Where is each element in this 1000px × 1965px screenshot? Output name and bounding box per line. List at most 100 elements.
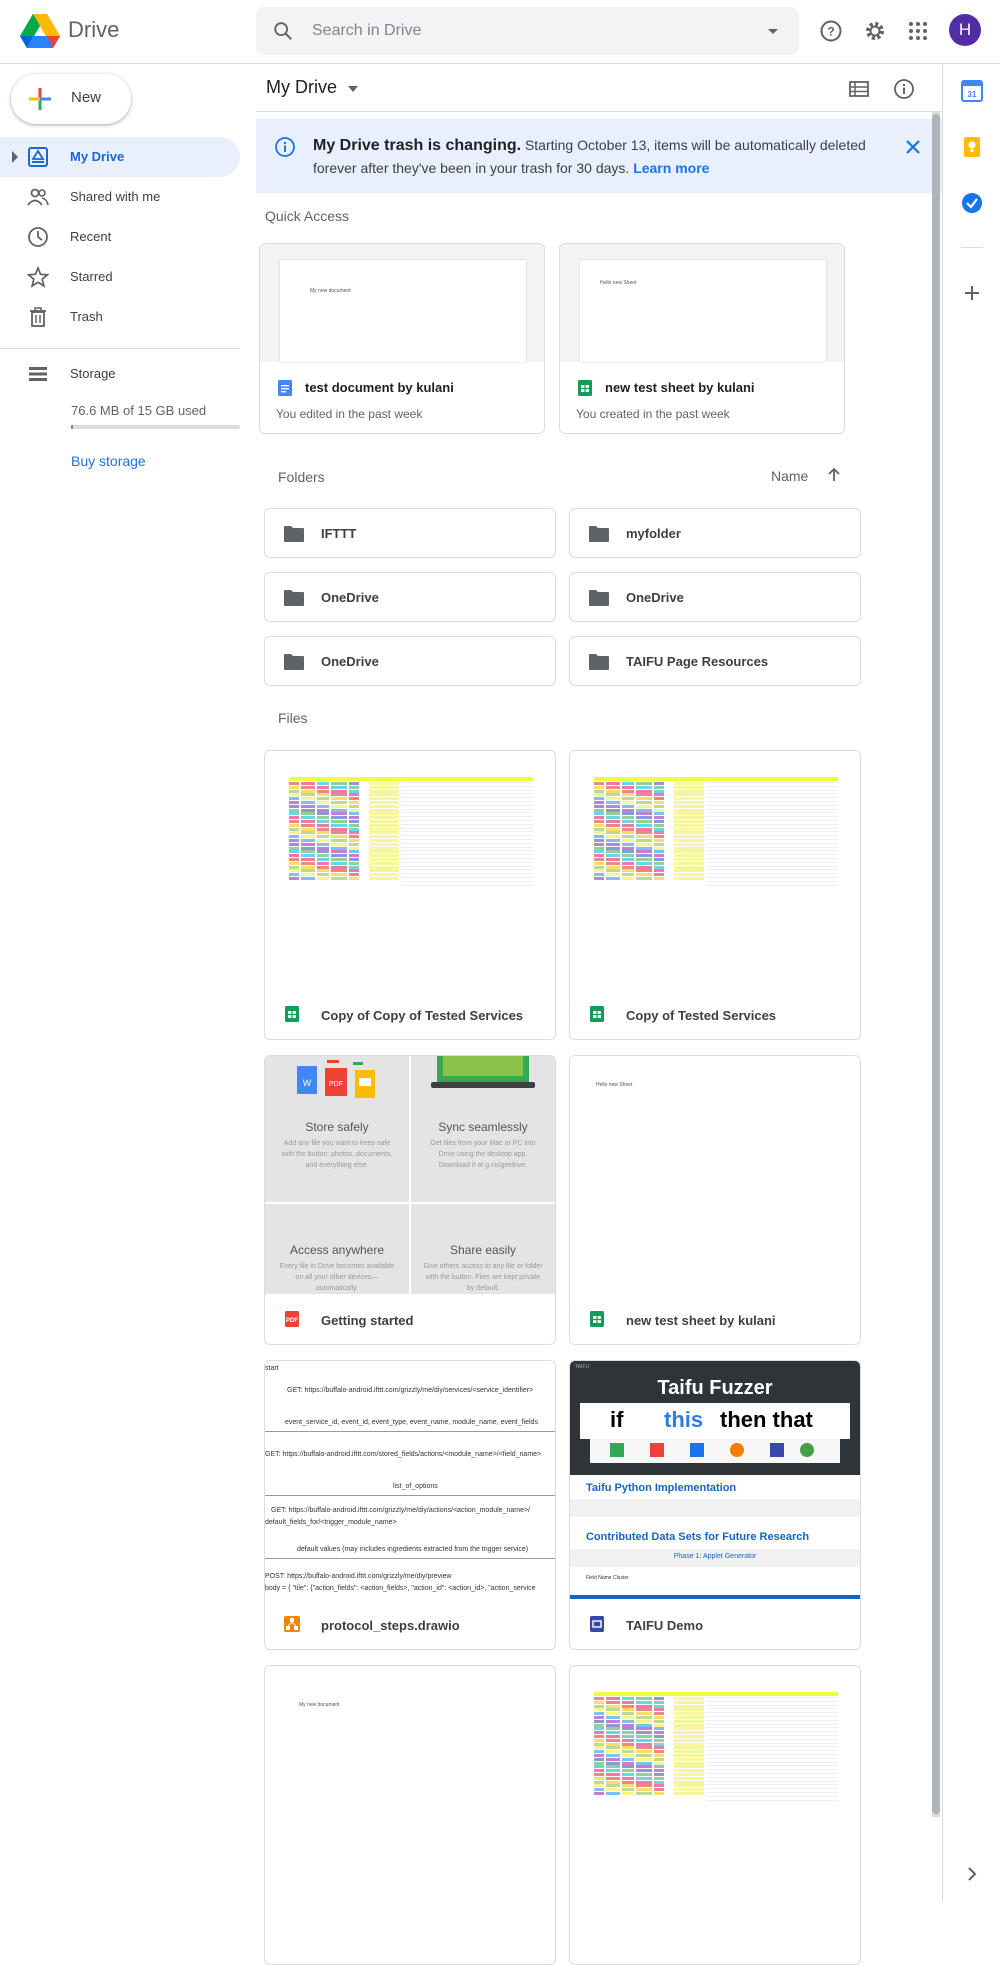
file-activity: You created in the past week	[576, 407, 730, 421]
search-options-icon[interactable]	[763, 21, 783, 41]
scrollbar-thumb[interactable]	[932, 114, 940, 1814]
star-icon	[27, 266, 49, 288]
diagram-text: GET: https://buffalo-android.ifttt.com/g…	[287, 1387, 534, 1394]
trash-notice-banner: My Drive trash is changing. Starting Oct…	[256, 119, 942, 193]
file-thumbnail: Hello new Sheet	[560, 244, 844, 362]
svg-text:PDF: PDF	[286, 1318, 298, 1324]
folder-icon	[284, 654, 304, 670]
info-icon[interactable]	[893, 78, 915, 100]
diagram-text: default_fields_for/<trigger_module_name>	[265, 1519, 397, 1526]
new-button[interactable]: New	[11, 74, 131, 124]
file-card[interactable]: Hello new Sheet new test sheet by kulani	[569, 1055, 861, 1345]
folder-item[interactable]: TAIFU Page Resources	[569, 636, 861, 686]
file-card[interactable]: W PDF Store safely Add any file you want…	[264, 1055, 556, 1345]
calendar-icon[interactable]: 31	[961, 80, 983, 102]
tile-text: Every file in Drive becomes available on…	[279, 1263, 395, 1292]
learn-more-link[interactable]: Learn more	[633, 160, 709, 176]
sidebar-item-trash[interactable]: Trash	[0, 297, 240, 337]
sidebar-item-label: Starred	[70, 269, 113, 284]
close-icon[interactable]	[902, 136, 924, 158]
quick-access-card[interactable]: Hello new Sheet new test sheet by kulani…	[559, 243, 845, 434]
drive-logo-icon[interactable]	[20, 14, 60, 48]
sort-by-name-button[interactable]: Name	[771, 468, 808, 484]
search-bar[interactable]	[256, 7, 799, 55]
page-title-breadcrumb[interactable]: My Drive	[266, 77, 337, 98]
folder-name: TAIFU Page Resources	[626, 654, 769, 669]
file-name: new test sheet by kulani	[626, 1313, 776, 1328]
laptop-illustration	[431, 1056, 535, 1088]
account-avatar[interactable]: H	[949, 14, 981, 46]
file-card[interactable]: Copy of Copy of Tested Services	[264, 750, 556, 1040]
slide-line: Taifu Python Implementation	[586, 1482, 737, 1494]
file-name: new test sheet by kulani	[605, 380, 755, 395]
file-activity: You edited in the past week	[276, 407, 423, 421]
file-card[interactable]: My new document	[264, 1665, 556, 1965]
sidebar-item-starred[interactable]: Starred	[0, 257, 240, 297]
search-icon[interactable]	[272, 20, 294, 42]
breadcrumb-dropdown-icon[interactable]	[348, 86, 358, 92]
chevron-right-icon[interactable]	[961, 1863, 983, 1885]
folder-item[interactable]: IFTTT	[264, 508, 556, 558]
pdf-icon: PDF	[285, 1311, 299, 1327]
side-panel-divider	[961, 247, 983, 248]
tasks-icon[interactable]	[961, 192, 983, 214]
folder-item[interactable]: myfolder	[569, 508, 861, 558]
file-name: Getting started	[321, 1313, 414, 1328]
getting-started-tile: Sync seamlessly Get files from your Mac …	[411, 1056, 555, 1202]
sidebar-item-label: Shared with me	[70, 189, 161, 204]
folder-icon	[589, 526, 609, 542]
sidebar-item-my-drive[interactable]: My Drive	[0, 137, 240, 177]
spreadsheet-thumbnail	[570, 751, 860, 989]
add-addon-plus-icon[interactable]	[961, 282, 983, 304]
tile-title: Share easily	[449, 1243, 517, 1257]
tile-text: Add any file you want to keep safe with …	[281, 1140, 393, 1169]
svg-text:PDF: PDF	[329, 1081, 343, 1088]
folder-item[interactable]: OneDrive	[264, 572, 556, 622]
tile-text: Get files from your Mac or PC into Drive…	[430, 1140, 536, 1169]
slide-tag: TAIFU	[575, 1364, 590, 1370]
file-card[interactable]	[569, 1665, 861, 1965]
spreadsheet-thumbnail: Hello new Sheet	[570, 1056, 860, 1294]
slide-line: Field Name Cluster	[586, 1575, 629, 1581]
info-icon	[275, 137, 295, 157]
list-view-icon[interactable]	[848, 78, 870, 100]
quick-access-card[interactable]: My new document test document by kulani …	[259, 243, 545, 434]
diagram-text: body = { "tile": {"action_fields": <acti…	[265, 1585, 536, 1592]
help-icon[interactable]: ?	[816, 16, 846, 46]
file-name: Copy of Tested Services	[626, 1008, 777, 1023]
service-icons-row	[590, 1439, 840, 1463]
spreadsheet-thumbnail	[570, 1666, 860, 1904]
my-drive-icon	[28, 147, 48, 167]
slide-line: Contributed Data Sets for Future Researc…	[586, 1531, 810, 1543]
folder-item[interactable]: OneDrive	[264, 636, 556, 686]
settings-gear-icon[interactable]	[860, 16, 890, 46]
sort-direction-up-arrow-icon[interactable]	[824, 465, 844, 485]
slide-title: Taifu Fuzzer	[657, 1377, 773, 1399]
tile-text: Give others access to any file or folder…	[423, 1263, 543, 1292]
people-icon	[27, 188, 49, 206]
expand-caret-icon[interactable]	[12, 151, 18, 163]
file-name: test document by kulani	[305, 380, 454, 395]
file-name: protocol_steps.drawio	[321, 1618, 460, 1633]
file-card[interactable]: TAIFU Taifu Fuzzer if this then that Tai…	[569, 1360, 861, 1650]
document-icons-illustration: W PDF	[297, 1060, 375, 1098]
folders-title: Folders	[278, 469, 325, 485]
google-sheets-icon	[590, 1006, 604, 1022]
sidebar-item-shared-with-me[interactable]: Shared with me	[0, 177, 240, 217]
slide-banner: TAIFU Taifu Fuzzer if this then that	[570, 1361, 860, 1475]
main-scrollbar[interactable]	[932, 112, 940, 1817]
file-name: TAIFU Demo	[626, 1618, 704, 1633]
search-input[interactable]	[312, 7, 732, 55]
apps-grid-icon[interactable]	[903, 16, 933, 46]
slides-thumbnail: TAIFU Taifu Fuzzer if this then that Tai…	[570, 1361, 860, 1599]
buy-storage-link[interactable]: Buy storage	[71, 453, 146, 469]
trash-icon	[30, 307, 46, 327]
keep-icon[interactable]	[961, 136, 983, 158]
folder-name: OneDrive	[321, 590, 379, 605]
sidebar-item-storage[interactable]: Storage	[0, 354, 240, 394]
file-card[interactable]: Copy of Tested Services	[569, 750, 861, 1040]
file-card[interactable]: start GET: https://buffalo-android.ifttt…	[264, 1360, 556, 1650]
sidebar-item-recent[interactable]: Recent	[0, 217, 240, 257]
folder-item[interactable]: OneDrive	[569, 572, 861, 622]
title-row: My Drive	[256, 64, 942, 112]
